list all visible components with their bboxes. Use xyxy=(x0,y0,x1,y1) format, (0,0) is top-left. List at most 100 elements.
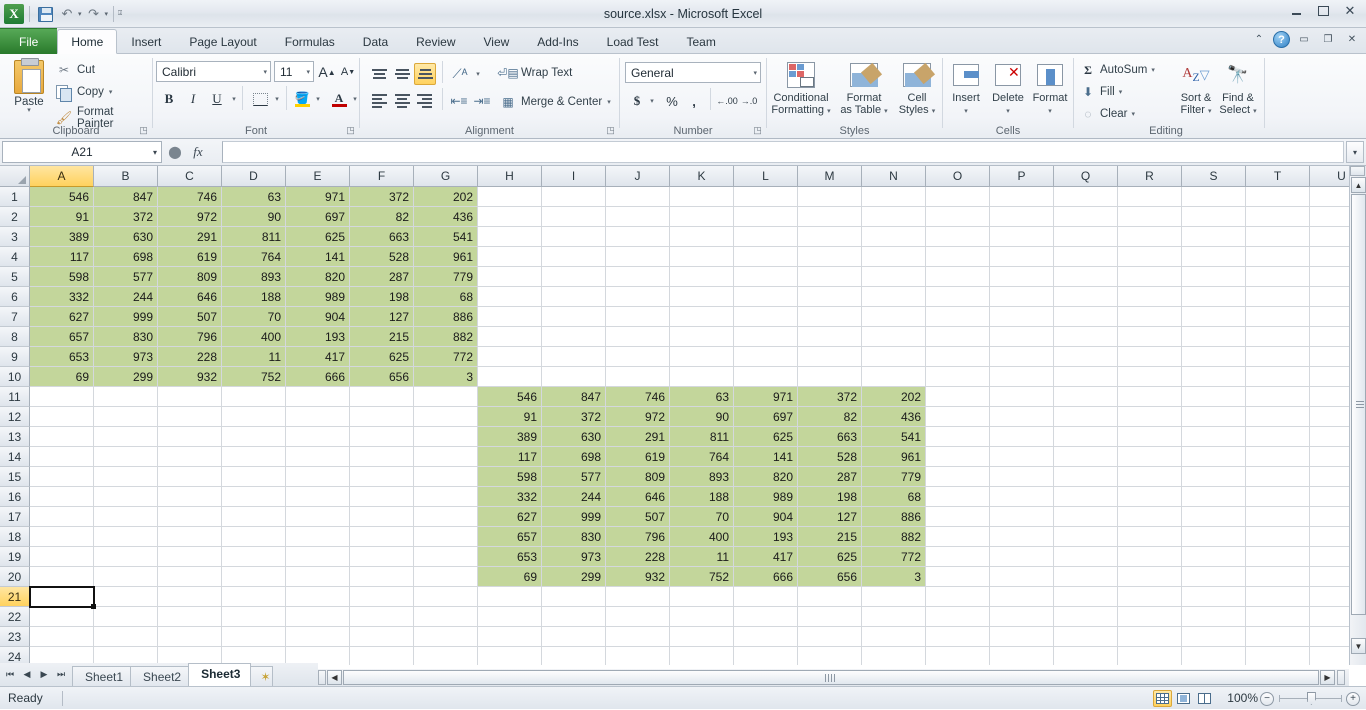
column-header-s[interactable]: S xyxy=(1182,166,1246,187)
cell-F7[interactable]: 127 xyxy=(350,307,414,327)
cell-J17[interactable]: 507 xyxy=(606,507,670,527)
zoom-slider[interactable]: − + xyxy=(1260,691,1360,706)
currency-button[interactable]: $ xyxy=(628,90,646,112)
first-sheet-button[interactable]: ⏮ xyxy=(2,666,18,682)
increase-indent-button[interactable]: ⇥≡ xyxy=(471,90,493,112)
cell-M21[interactable] xyxy=(798,587,862,607)
font-dialog-launcher[interactable]: ◳ xyxy=(345,125,356,136)
cell-C20[interactable] xyxy=(158,567,222,587)
cell-N11[interactable]: 202 xyxy=(862,387,926,407)
column-header-b[interactable]: B xyxy=(94,166,158,187)
cell-G6[interactable]: 68 xyxy=(414,287,478,307)
cell-P7[interactable] xyxy=(990,307,1054,327)
cell-D12[interactable] xyxy=(222,407,286,427)
cell-M9[interactable] xyxy=(798,347,862,367)
cell-B17[interactable] xyxy=(94,507,158,527)
cell-T19[interactable] xyxy=(1246,547,1310,567)
cell-C13[interactable] xyxy=(158,427,222,447)
cell-O19[interactable] xyxy=(926,547,990,567)
row-header-23[interactable]: 23 xyxy=(0,627,30,647)
cell-E4[interactable]: 141 xyxy=(286,247,350,267)
tab-review[interactable]: Review xyxy=(402,29,469,54)
cell-D22[interactable] xyxy=(222,607,286,627)
cell-J10[interactable] xyxy=(606,367,670,387)
sheet-tab-sheet3[interactable]: Sheet3 xyxy=(188,663,251,686)
cell-L18[interactable]: 193 xyxy=(734,527,798,547)
fill-handle[interactable] xyxy=(91,604,96,609)
cell-D1[interactable]: 63 xyxy=(222,187,286,207)
cell-N18[interactable]: 882 xyxy=(862,527,926,547)
cell-I4[interactable] xyxy=(542,247,606,267)
cell-R8[interactable] xyxy=(1118,327,1182,347)
cell-P20[interactable] xyxy=(990,567,1054,587)
cell-K4[interactable] xyxy=(670,247,734,267)
cell-P17[interactable] xyxy=(990,507,1054,527)
cell-G7[interactable]: 886 xyxy=(414,307,478,327)
cell-H24[interactable] xyxy=(478,647,542,665)
cell-B5[interactable]: 577 xyxy=(94,267,158,287)
column-header-q[interactable]: Q xyxy=(1054,166,1118,187)
cell-H6[interactable] xyxy=(478,287,542,307)
cell-O22[interactable] xyxy=(926,607,990,627)
cell-G20[interactable] xyxy=(414,567,478,587)
sort-filter-button[interactable]: AZ▽ Sort & Filter ▾ xyxy=(1174,58,1218,118)
cell-C9[interactable]: 228 xyxy=(158,347,222,367)
sheet-tab-sheet2[interactable]: Sheet2 xyxy=(130,666,192,686)
autosum-dropdown-icon[interactable]: ▾ xyxy=(1151,66,1155,74)
cell-N1[interactable] xyxy=(862,187,926,207)
cell-Q7[interactable] xyxy=(1054,307,1118,327)
cell-T8[interactable] xyxy=(1246,327,1310,347)
redo-icon[interactable]: ↷ xyxy=(84,4,104,24)
fill-dropdown-icon[interactable]: ▾ xyxy=(1119,88,1123,96)
page-break-view-button[interactable] xyxy=(1195,690,1214,707)
cell-A17[interactable] xyxy=(30,507,94,527)
cell-M15[interactable]: 287 xyxy=(798,467,862,487)
cell-D23[interactable] xyxy=(222,627,286,647)
cell-K12[interactable]: 90 xyxy=(670,407,734,427)
merge-center-button[interactable]: ▦ Merge & Center ▾ xyxy=(500,94,611,110)
cell-M3[interactable] xyxy=(798,227,862,247)
cell-I6[interactable] xyxy=(542,287,606,307)
cell-N20[interactable]: 3 xyxy=(862,567,926,587)
cell-C17[interactable] xyxy=(158,507,222,527)
cell-D8[interactable]: 400 xyxy=(222,327,286,347)
cell-K1[interactable] xyxy=(670,187,734,207)
cell-T17[interactable] xyxy=(1246,507,1310,527)
cell-S12[interactable] xyxy=(1182,407,1246,427)
cell-B15[interactable] xyxy=(94,467,158,487)
cell-M8[interactable] xyxy=(798,327,862,347)
cell-Q2[interactable] xyxy=(1054,207,1118,227)
cell-G15[interactable] xyxy=(414,467,478,487)
cell-C14[interactable] xyxy=(158,447,222,467)
cell-S16[interactable] xyxy=(1182,487,1246,507)
cell-N13[interactable]: 541 xyxy=(862,427,926,447)
cell-I7[interactable] xyxy=(542,307,606,327)
cell-S7[interactable] xyxy=(1182,307,1246,327)
cell-A7[interactable]: 627 xyxy=(30,307,94,327)
minimize-ribbon-icon[interactable]: ⌃ xyxy=(1249,32,1269,48)
cell-C7[interactable]: 507 xyxy=(158,307,222,327)
cell-O4[interactable] xyxy=(926,247,990,267)
alignment-dialog-launcher[interactable]: ◳ xyxy=(605,125,616,136)
cell-O8[interactable] xyxy=(926,327,990,347)
cell-E14[interactable] xyxy=(286,447,350,467)
cell-H12[interactable]: 91 xyxy=(478,407,542,427)
cell-H13[interactable]: 389 xyxy=(478,427,542,447)
font-color-button[interactable]: A xyxy=(328,88,350,110)
cell-S13[interactable] xyxy=(1182,427,1246,447)
cell-J7[interactable] xyxy=(606,307,670,327)
cell-H22[interactable] xyxy=(478,607,542,627)
cell-O1[interactable] xyxy=(926,187,990,207)
cell-F5[interactable]: 287 xyxy=(350,267,414,287)
cell-F23[interactable] xyxy=(350,627,414,647)
cell-N19[interactable]: 772 xyxy=(862,547,926,567)
italic-button[interactable]: I xyxy=(182,88,204,110)
cell-E7[interactable]: 904 xyxy=(286,307,350,327)
cell-L24[interactable] xyxy=(734,647,798,665)
delete-cells-button[interactable]: ✕ Delete ▾ xyxy=(987,58,1029,118)
row-header-11[interactable]: 11 xyxy=(0,387,30,407)
cell-G18[interactable] xyxy=(414,527,478,547)
cell-I2[interactable] xyxy=(542,207,606,227)
cell-O18[interactable] xyxy=(926,527,990,547)
cell-E3[interactable]: 625 xyxy=(286,227,350,247)
